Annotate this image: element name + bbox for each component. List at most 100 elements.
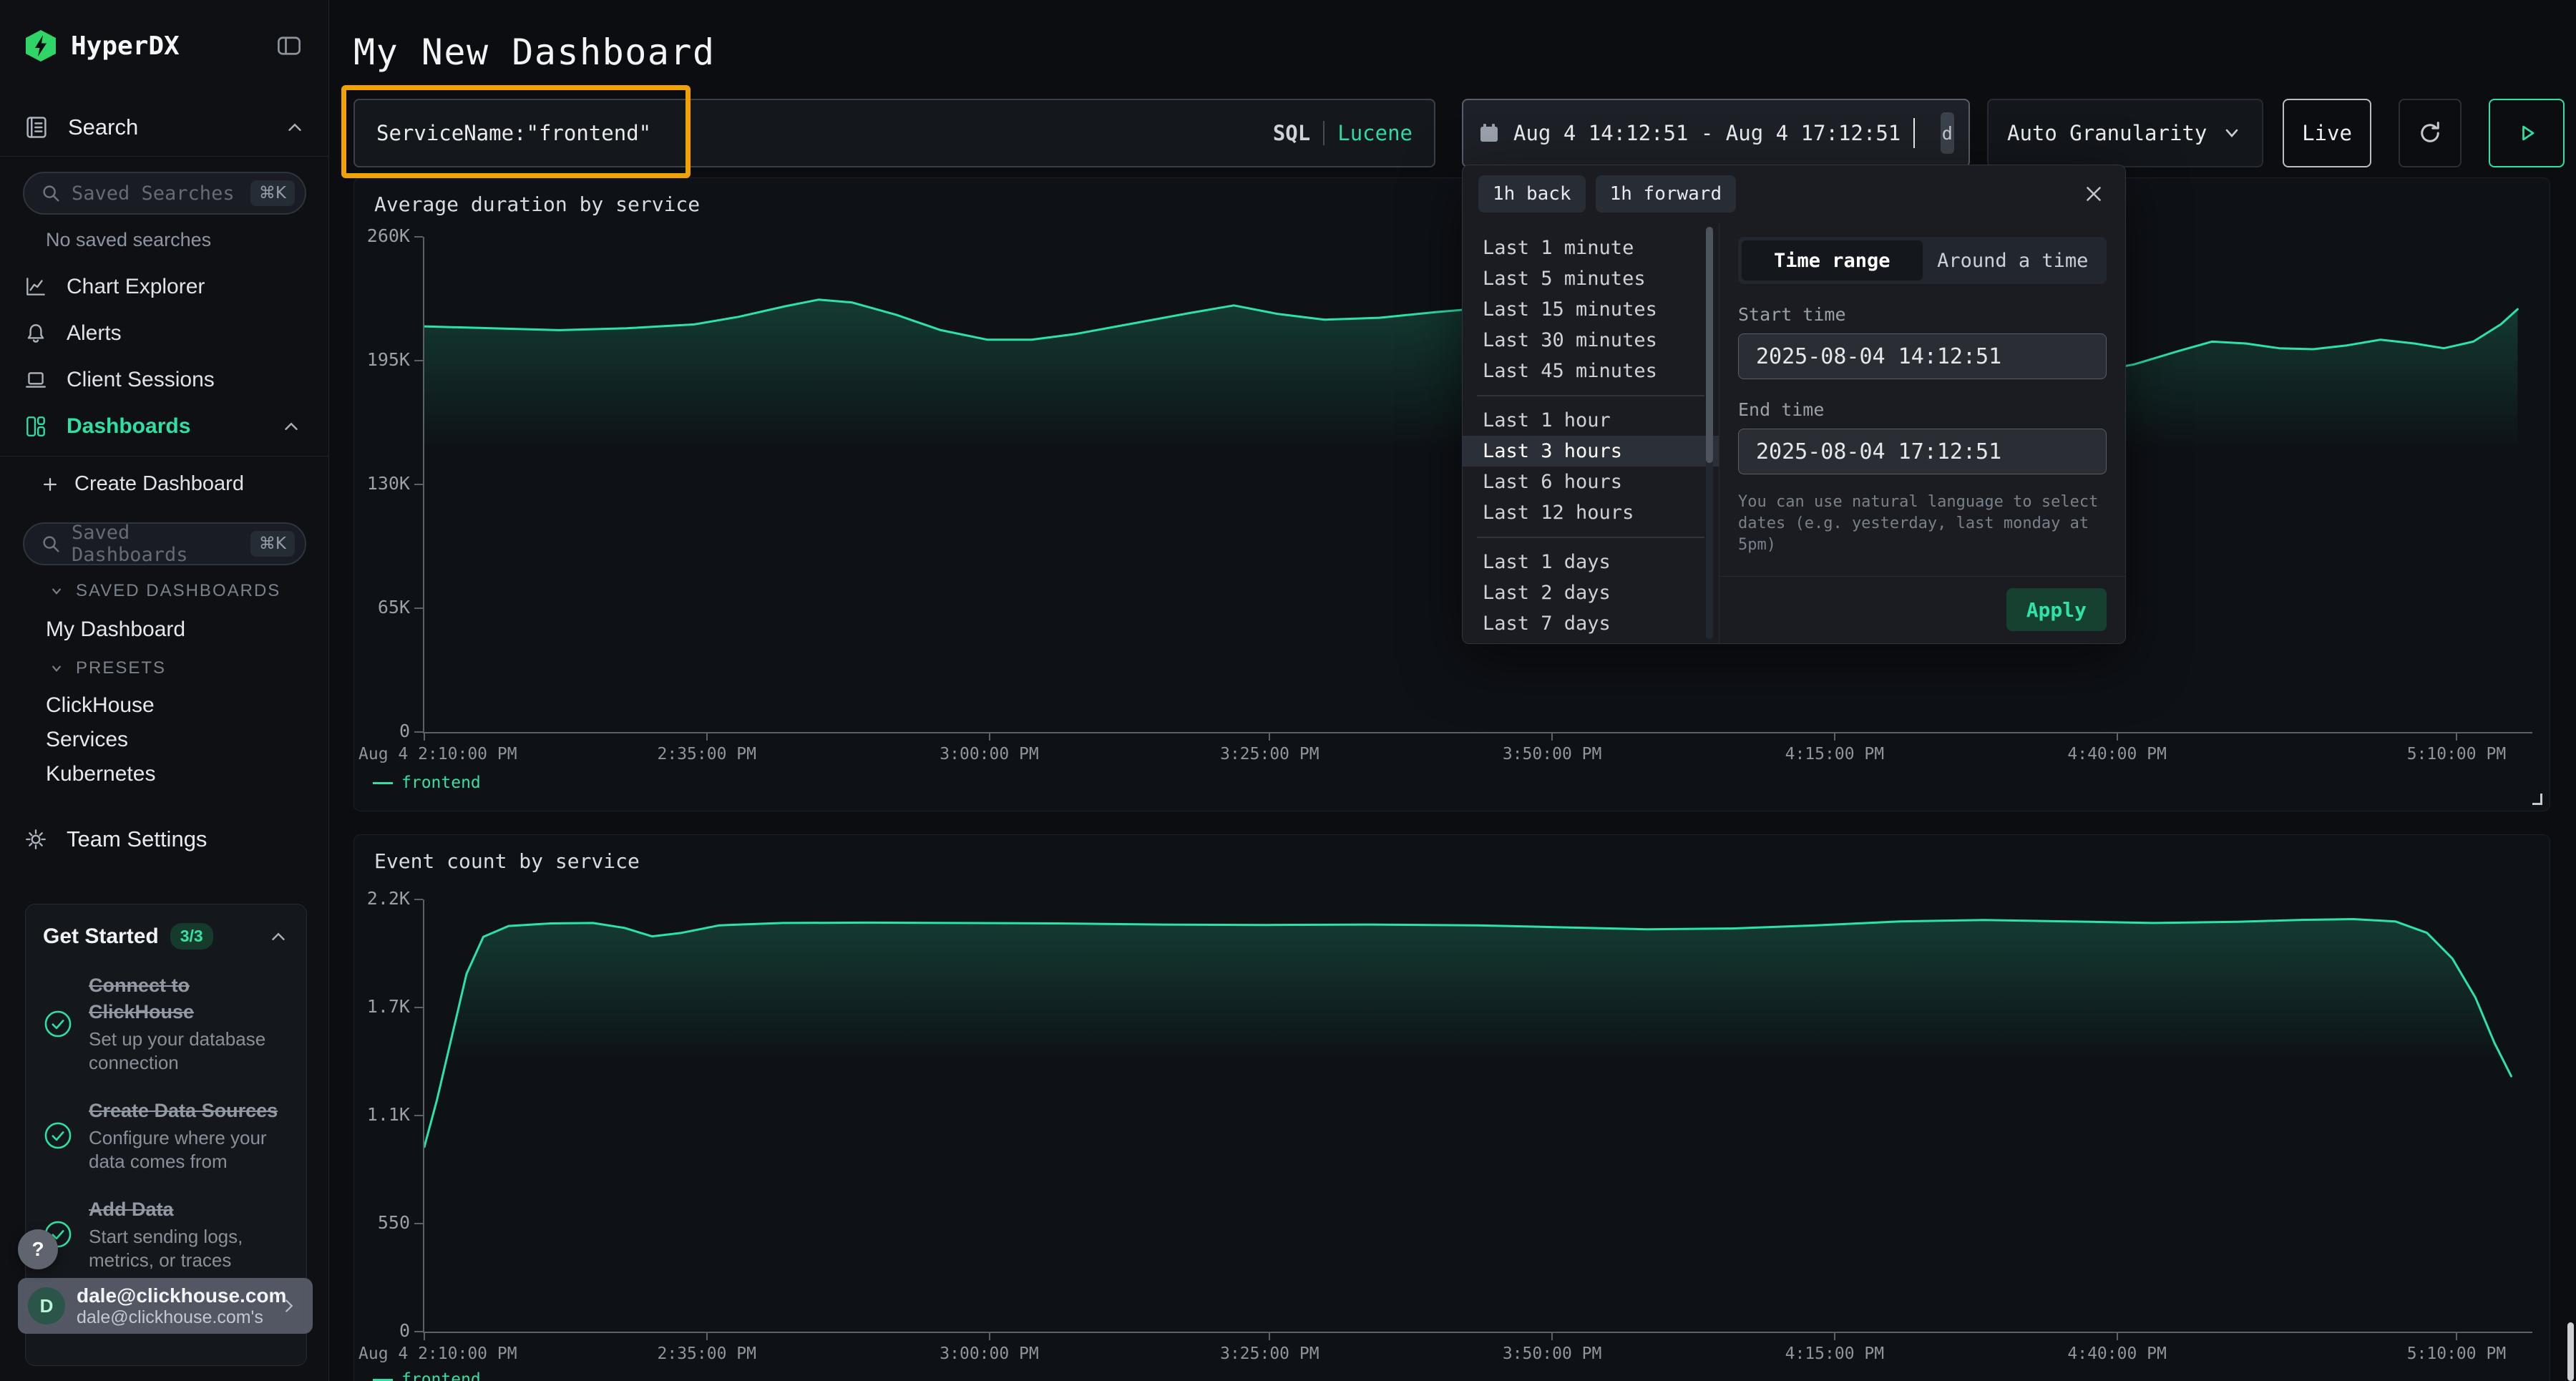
x-tick-label: 3:50:00 PM xyxy=(1503,1345,1601,1363)
chart-panel-event-count: Event count by service frontend 05501.1K… xyxy=(353,834,2550,1381)
x-tick xyxy=(424,732,425,741)
live-button[interactable]: Live xyxy=(2283,99,2371,167)
create-dashboard-label: Create Dashboard xyxy=(74,472,244,496)
time-range-option[interactable]: Last 15 minutes xyxy=(1463,294,1719,325)
chart-title: Event count by service xyxy=(374,849,640,873)
apply-button[interactable]: Apply xyxy=(2006,588,2107,631)
time-range-option[interactable] xyxy=(1477,395,1704,396)
create-dashboard-button[interactable]: Create Dashboard xyxy=(40,472,244,496)
time-range-option[interactable] xyxy=(1477,537,1704,538)
time-range-list: Last 1 minute Last 5 minutes Last 15 min… xyxy=(1463,223,1719,643)
gear-icon xyxy=(24,827,48,851)
sidebar-item-search[interactable]: Search xyxy=(24,107,306,147)
time-range-option[interactable]: Last 1 days xyxy=(1463,547,1719,577)
shortcut-badge: ⌘K xyxy=(250,180,295,206)
time-range-option[interactable]: Last 1 minute xyxy=(1463,233,1719,263)
divider xyxy=(0,156,328,157)
check-circle-icon xyxy=(43,1121,73,1151)
chevron-up-icon[interactable] xyxy=(268,926,289,947)
window-scrollbar-thumb[interactable] xyxy=(2567,1322,2574,1381)
sidebar-item[interactable]: Alerts xyxy=(0,310,329,356)
time-range-option[interactable]: Last 12 hours xyxy=(1463,497,1719,528)
sidebar-collapse-icon[interactable] xyxy=(273,31,306,61)
presets-group[interactable]: PRESETS xyxy=(47,658,166,678)
y-tick xyxy=(414,1223,423,1224)
y-tick xyxy=(414,1115,423,1116)
y-tick-label: 260K xyxy=(354,225,410,246)
chevron-down-icon xyxy=(2220,122,2243,145)
start-time-input[interactable]: 2025-08-04 14:12:51 xyxy=(1738,333,2107,379)
checklist-item[interactable]: Add Data Start sending logs, metrics, or… xyxy=(43,1196,289,1272)
dashboard-link[interactable]: My Dashboard xyxy=(46,613,185,647)
time-range-option[interactable]: Last 14 days xyxy=(1463,639,1719,643)
sidebar-nav: Chart Explorer Alerts Client Sessions xyxy=(0,263,329,449)
x-tick xyxy=(1269,1332,1270,1340)
x-tick-label: 5:10:00 PM xyxy=(2407,745,2506,763)
preset-dashboard-link[interactable]: Services xyxy=(46,723,155,757)
time-range-option[interactable]: Last 1 hour xyxy=(1463,405,1719,436)
search-filter-input[interactable]: ServiceName:"frontend" SQL Lucene xyxy=(353,99,1435,167)
back-1h-button[interactable]: 1h back xyxy=(1478,175,1586,213)
calendar-icon xyxy=(1478,122,1501,145)
time-shortcut-badge: d xyxy=(1941,112,1954,154)
saved-dashboards-input[interactable]: Saved Dashboards ⌘K xyxy=(23,522,306,565)
time-picker-tab[interactable]: Time range xyxy=(1742,240,1923,280)
preset-dashboard-link[interactable]: Kubernetes xyxy=(46,757,155,791)
team-settings-label: Team Settings xyxy=(67,826,207,852)
time-range-option[interactable]: Last 2 days xyxy=(1463,577,1719,608)
y-tick-label: 195K xyxy=(354,349,410,370)
y-tick xyxy=(414,899,423,900)
x-tick xyxy=(2456,1332,2457,1340)
y-tick xyxy=(414,360,423,361)
list-scrollbar-thumb[interactable] xyxy=(1706,227,1713,463)
play-button[interactable] xyxy=(2489,99,2565,167)
sidebar-item[interactable]: Chart Explorer xyxy=(0,263,329,310)
checklist-item[interactable]: Connect to ClickHouse Set up your databa… xyxy=(43,972,289,1075)
x-tick-label: 3:25:00 PM xyxy=(1220,745,1319,763)
time-range-input[interactable]: Aug 4 14:12:51 - Aug 4 17:12:51 d xyxy=(1462,99,1970,167)
user-menu[interactable]: D dale@clickhouse.com dale@clickhouse.co… xyxy=(18,1278,313,1334)
time-picker-tab[interactable]: Around a time xyxy=(1923,240,2104,280)
end-time-label: End time xyxy=(1738,399,2107,420)
resize-handle-icon[interactable] xyxy=(2532,794,2542,805)
hyperdx-logo-icon xyxy=(24,29,58,63)
sql-mode-button[interactable]: SQL xyxy=(1273,121,1310,145)
search-icon xyxy=(40,182,62,204)
sidebar-item-label: Search xyxy=(68,114,265,140)
time-range-option[interactable]: Last 30 minutes xyxy=(1463,325,1719,356)
close-icon[interactable] xyxy=(2078,178,2109,210)
legend-item[interactable]: frontend xyxy=(373,1370,481,1381)
sidebar-item[interactable]: Client Sessions xyxy=(0,356,329,403)
end-time-input[interactable]: 2025-08-04 17:12:51 xyxy=(1738,429,2107,474)
lucene-mode-button[interactable]: Lucene xyxy=(1337,121,1413,145)
saved-searches-placeholder: Saved Searches xyxy=(72,182,240,205)
sidebar-item[interactable]: Dashboards xyxy=(0,403,329,449)
time-range-option[interactable]: Last 6 hours xyxy=(1463,467,1719,497)
y-tick-label: 65K xyxy=(354,597,410,618)
divider xyxy=(0,456,328,457)
saved-dashboards-group[interactable]: SAVED DASHBOARDS xyxy=(47,581,280,601)
time-range-option[interactable]: Last 45 minutes xyxy=(1463,356,1719,386)
refresh-button[interactable] xyxy=(2399,99,2462,167)
checklist-item[interactable]: Create Data Sources Configure where your… xyxy=(43,1098,289,1173)
y-tick-label: 550 xyxy=(354,1212,410,1233)
time-range-option[interactable]: Last 7 days xyxy=(1463,608,1719,639)
page-title: My New Dashboard xyxy=(353,31,716,73)
brand-name: HyperDX xyxy=(71,31,260,61)
saved-searches-input[interactable]: Saved Searches ⌘K xyxy=(23,172,306,215)
time-range-option[interactable]: Last 5 minutes xyxy=(1463,263,1719,294)
granularity-select[interactable]: Auto Granularity xyxy=(1987,99,2263,167)
help-button[interactable]: ? xyxy=(18,1229,58,1269)
time-range-option[interactable]: Last 3 hours xyxy=(1463,436,1719,467)
chart-panel-average-duration: Average duration by service frontend 065… xyxy=(353,177,2550,811)
chevron-down-icon xyxy=(47,582,66,600)
preset-dashboard-link[interactable]: ClickHouse xyxy=(46,688,155,723)
x-tick xyxy=(989,732,990,741)
legend-item[interactable]: frontend xyxy=(373,774,481,792)
chart-plot-area[interactable] xyxy=(424,899,2532,1332)
chevron-down-icon xyxy=(47,659,66,678)
y-tick xyxy=(414,1331,423,1332)
forward-1h-button[interactable]: 1h forward xyxy=(1596,175,1737,213)
chart-icon xyxy=(24,275,48,299)
sidebar-item-team-settings[interactable]: Team Settings xyxy=(24,826,207,852)
